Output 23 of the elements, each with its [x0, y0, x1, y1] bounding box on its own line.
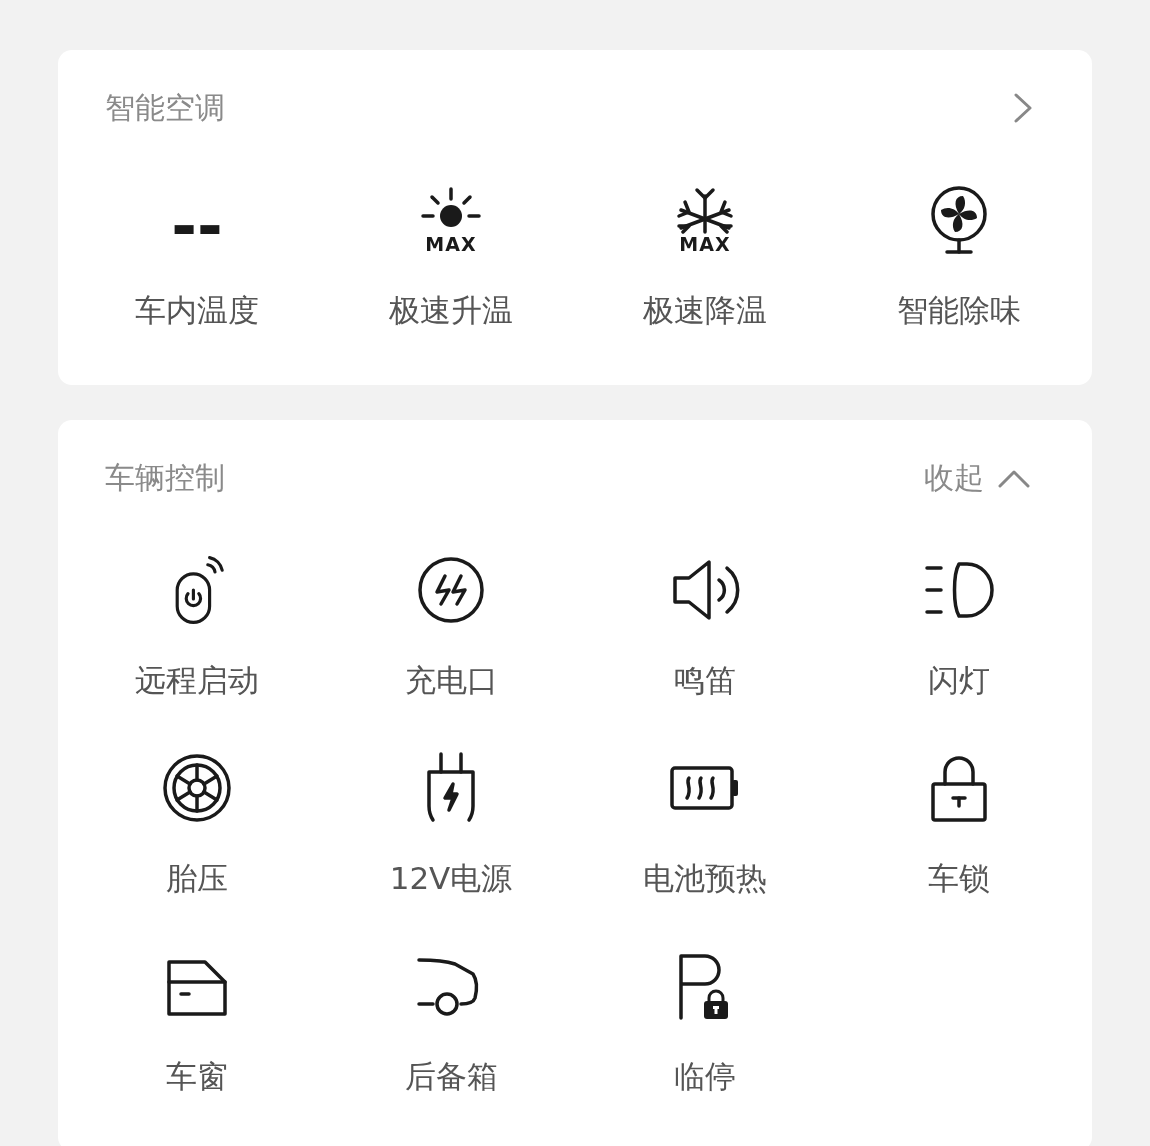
- section-title: 车辆控制: [105, 460, 225, 496]
- control-label[interactable]: 远程启动: [135, 660, 259, 700]
- control-label[interactable]: 12V电源: [389, 858, 513, 898]
- control-label[interactable]: 极速降温: [643, 290, 767, 330]
- chevron-right-icon[interactable]: [1012, 91, 1034, 125]
- max-caption: MAX: [425, 234, 477, 254]
- control-label[interactable]: 车窗: [166, 1056, 228, 1096]
- control-label[interactable]: 智能除味: [897, 290, 1021, 330]
- temperature-reading: --: [171, 202, 223, 252]
- control-label[interactable]: 车内温度: [135, 290, 259, 330]
- control-label[interactable]: 鸣笛: [674, 660, 736, 700]
- control-label[interactable]: 闪灯: [928, 660, 990, 700]
- control-label[interactable]: 车锁: [928, 858, 990, 898]
- control-label[interactable]: 极速升温: [389, 290, 513, 330]
- control-label[interactable]: 临停: [674, 1056, 736, 1096]
- control-label[interactable]: 充电口: [404, 660, 498, 700]
- tire-icon: [161, 752, 233, 824]
- charge-port-icon: [415, 554, 487, 626]
- control-label[interactable]: 后备箱: [404, 1056, 498, 1096]
- section-title: 智能空调: [105, 90, 225, 126]
- control-label[interactable]: 电池预热: [643, 858, 767, 898]
- control-label[interactable]: 胎压: [166, 858, 228, 898]
- max-caption: MAX: [679, 234, 731, 254]
